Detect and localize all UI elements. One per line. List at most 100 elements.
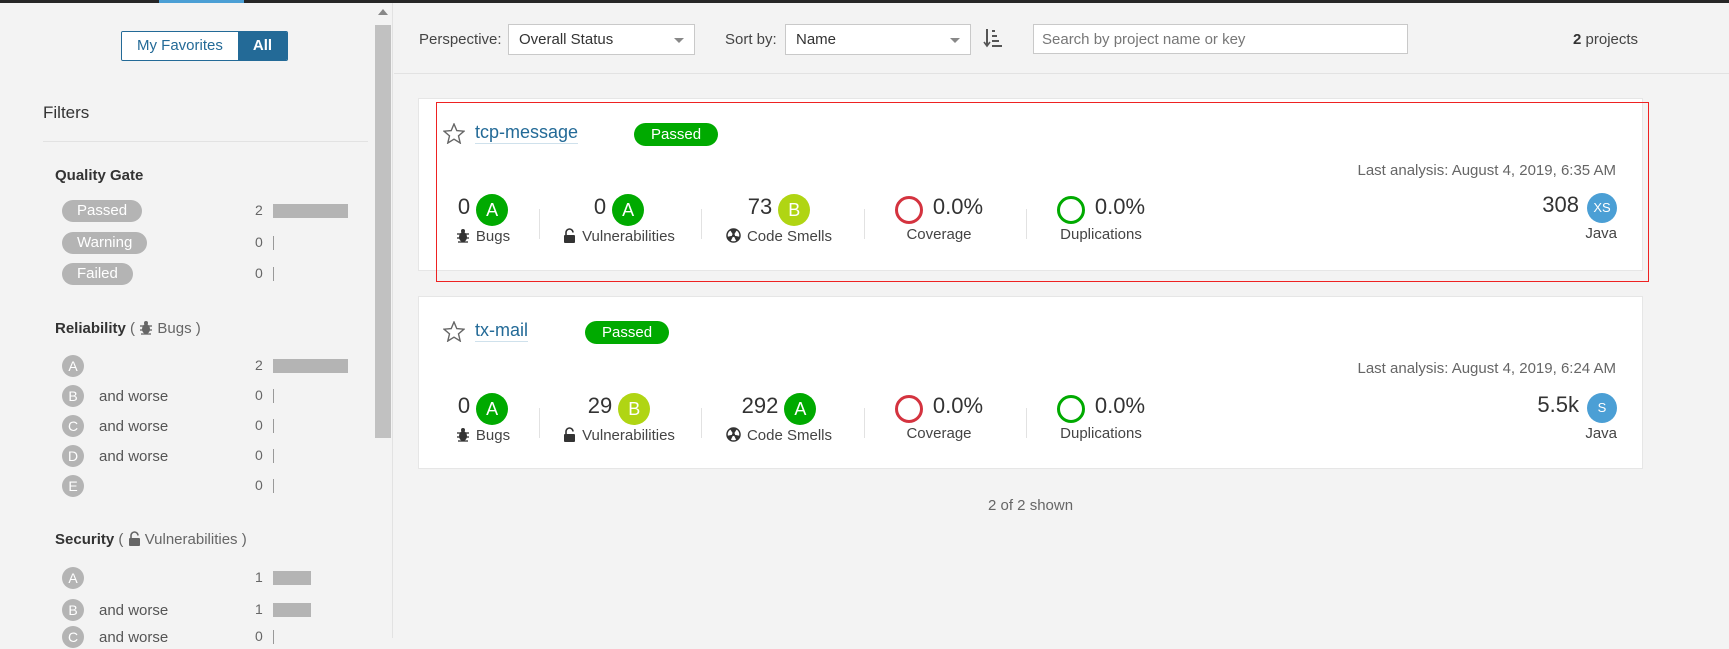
duplications-measure[interactable]: 0.0% Duplications bbox=[1051, 194, 1151, 243]
measure-divider bbox=[864, 408, 865, 438]
scroll-up-arrow-icon[interactable] bbox=[378, 9, 388, 15]
reliability-facet-c[interactable]: C and worse 0 bbox=[62, 414, 362, 438]
star-icon[interactable] bbox=[443, 123, 465, 144]
code-smells-label: Code Smells bbox=[724, 427, 834, 444]
my-favorites-button[interactable]: My Favorites bbox=[122, 32, 238, 60]
failed-pill: Failed bbox=[62, 263, 133, 285]
perspective-select[interactable]: Overall Status bbox=[508, 24, 695, 55]
duplications-ring-icon bbox=[1056, 196, 1085, 225]
coverage-ring-icon bbox=[894, 196, 923, 225]
last-analysis: Last analysis: August 4, 2019, 6:35 AM bbox=[1357, 162, 1616, 179]
radiation-icon bbox=[726, 228, 741, 243]
all-button[interactable]: All bbox=[237, 32, 288, 60]
security-facet-title: Security ( Vulnerabilities ) bbox=[55, 531, 247, 548]
security-subtitle: ( Vulnerabilities ) bbox=[118, 531, 247, 548]
coverage-label: Coverage bbox=[906, 425, 972, 443]
reliability-facet-d[interactable]: D and worse 0 bbox=[62, 444, 362, 468]
rating-badge: C bbox=[62, 626, 84, 648]
star-icon[interactable] bbox=[443, 321, 465, 342]
security-title: Security bbox=[55, 531, 115, 548]
project-count-number: 2 bbox=[1573, 31, 1582, 48]
facet-bar bbox=[273, 603, 311, 617]
vulnerabilities-measure[interactable]: 0A Vulnerabilities bbox=[559, 194, 679, 245]
rating-badge: D bbox=[62, 445, 84, 467]
lines-of-code-value: 5.5k bbox=[1537, 392, 1579, 417]
measure-divider bbox=[701, 209, 702, 239]
reliability-facet-a[interactable]: A 2 bbox=[62, 354, 362, 378]
vulnerabilities-label-text: Vulnerabilities bbox=[582, 427, 675, 445]
facet-bar bbox=[273, 204, 348, 218]
size-badge: S bbox=[1587, 393, 1617, 424]
duplications-label: Duplications bbox=[1060, 425, 1142, 443]
vulnerabilities-label-text: Vulnerabilities bbox=[582, 228, 675, 246]
facet-failed[interactable]: Failed 0 bbox=[62, 262, 362, 286]
security-facet-a[interactable]: A 1 bbox=[62, 566, 362, 590]
facet-count: 2 bbox=[255, 357, 263, 373]
shown-count: 2 of 2 shown bbox=[988, 497, 1074, 514]
reliability-facet-title: Reliability ( Bugs ) bbox=[55, 320, 201, 337]
code-smells-measure[interactable]: 73 B Code Smells bbox=[724, 194, 834, 245]
coverage-label: Coverage bbox=[906, 226, 972, 244]
perspective-value: Overall Status bbox=[519, 31, 614, 48]
security-facet-b[interactable]: B and worse 1 bbox=[62, 598, 362, 622]
measure-divider bbox=[1026, 408, 1027, 438]
security-facet-c[interactable]: C and worse 0 bbox=[62, 625, 362, 649]
coverage-measure[interactable]: 0.0% Coverage bbox=[889, 393, 989, 442]
project-name-link[interactable]: tx-mail bbox=[475, 320, 528, 342]
facet-passed[interactable]: Passed 2 bbox=[62, 199, 362, 223]
reliability-facet-b[interactable]: B and worse 0 bbox=[62, 384, 362, 408]
rating-badge: A bbox=[476, 393, 509, 426]
vulnerabilities-measure[interactable]: 29 B Vulnerabilities bbox=[559, 393, 679, 444]
project-name-link[interactable]: tcp-message bbox=[475, 122, 579, 144]
filters-sidebar: My Favorites All Filters Quality Gate Pa… bbox=[0, 3, 393, 648]
coverage-value: 0.0% bbox=[932, 194, 984, 219]
language-label: Java bbox=[1585, 225, 1617, 243]
bugs-label: Bugs bbox=[157, 320, 192, 337]
facet-bar bbox=[273, 571, 311, 585]
facet-bar bbox=[273, 449, 274, 463]
quality-gate-facet-title: Quality Gate bbox=[55, 167, 143, 184]
rating-badge: C bbox=[62, 415, 84, 437]
vulnerabilities-label: Vulnerabilities bbox=[559, 228, 679, 245]
facet-bar bbox=[273, 479, 274, 493]
language-label: Java bbox=[1585, 425, 1617, 443]
facet-bar bbox=[273, 267, 274, 281]
sort-by-label: Sort by: bbox=[725, 31, 777, 48]
bug-icon bbox=[140, 321, 153, 335]
sidebar-scrollbar-thumb[interactable] bbox=[375, 25, 391, 438]
lock-icon bbox=[564, 228, 576, 244]
vulnerabilities-value: 0 bbox=[593, 194, 607, 219]
facet-bar bbox=[273, 419, 274, 433]
bugs-measure[interactable]: 0A Bugs bbox=[453, 194, 513, 245]
sort-direction-icon[interactable] bbox=[983, 28, 1003, 48]
duplications-measure[interactable]: 0.0% Duplications bbox=[1051, 393, 1151, 442]
last-analysis: Last analysis: August 4, 2019, 6:24 AM bbox=[1357, 360, 1616, 377]
reliability-facet-e[interactable]: E 0 bbox=[62, 474, 362, 498]
facet-count: 0 bbox=[255, 477, 263, 493]
rating-badge: E bbox=[62, 475, 84, 497]
bugs-measure[interactable]: 0A Bugs bbox=[453, 393, 513, 444]
code-smells-measure[interactable]: 292 A Code Smells bbox=[724, 393, 834, 444]
rating-badge: B bbox=[62, 599, 84, 621]
quality-gate-title: Quality Gate bbox=[55, 167, 144, 184]
measure-divider bbox=[701, 408, 702, 438]
lines-of-code-value: 308 bbox=[1542, 192, 1579, 217]
facet-warning[interactable]: Warning 0 bbox=[62, 231, 362, 255]
perspective-label: Perspective: bbox=[419, 31, 502, 48]
code-smells-label: Code Smells bbox=[724, 228, 834, 245]
header-divider bbox=[394, 73, 1729, 74]
bugs-label: Bugs bbox=[453, 427, 513, 444]
sort-by-select[interactable]: Name bbox=[785, 24, 971, 55]
code-smells-value: 292 bbox=[741, 393, 779, 418]
quality-gate-badge: Passed bbox=[585, 321, 670, 344]
rating-badge: A bbox=[612, 194, 645, 227]
facet-count: 0 bbox=[255, 234, 263, 250]
favorites-toggle: My Favorites All bbox=[121, 31, 289, 61]
coverage-value: 0.0% bbox=[932, 393, 984, 418]
coverage-measure[interactable]: 0.0% Coverage bbox=[889, 194, 989, 243]
search-input[interactable] bbox=[1033, 24, 1408, 54]
quality-gate-badge: Passed bbox=[634, 123, 719, 146]
measure-divider bbox=[1026, 209, 1027, 239]
filters-divider bbox=[43, 141, 368, 142]
bugs-label-text: Bugs bbox=[475, 228, 511, 246]
